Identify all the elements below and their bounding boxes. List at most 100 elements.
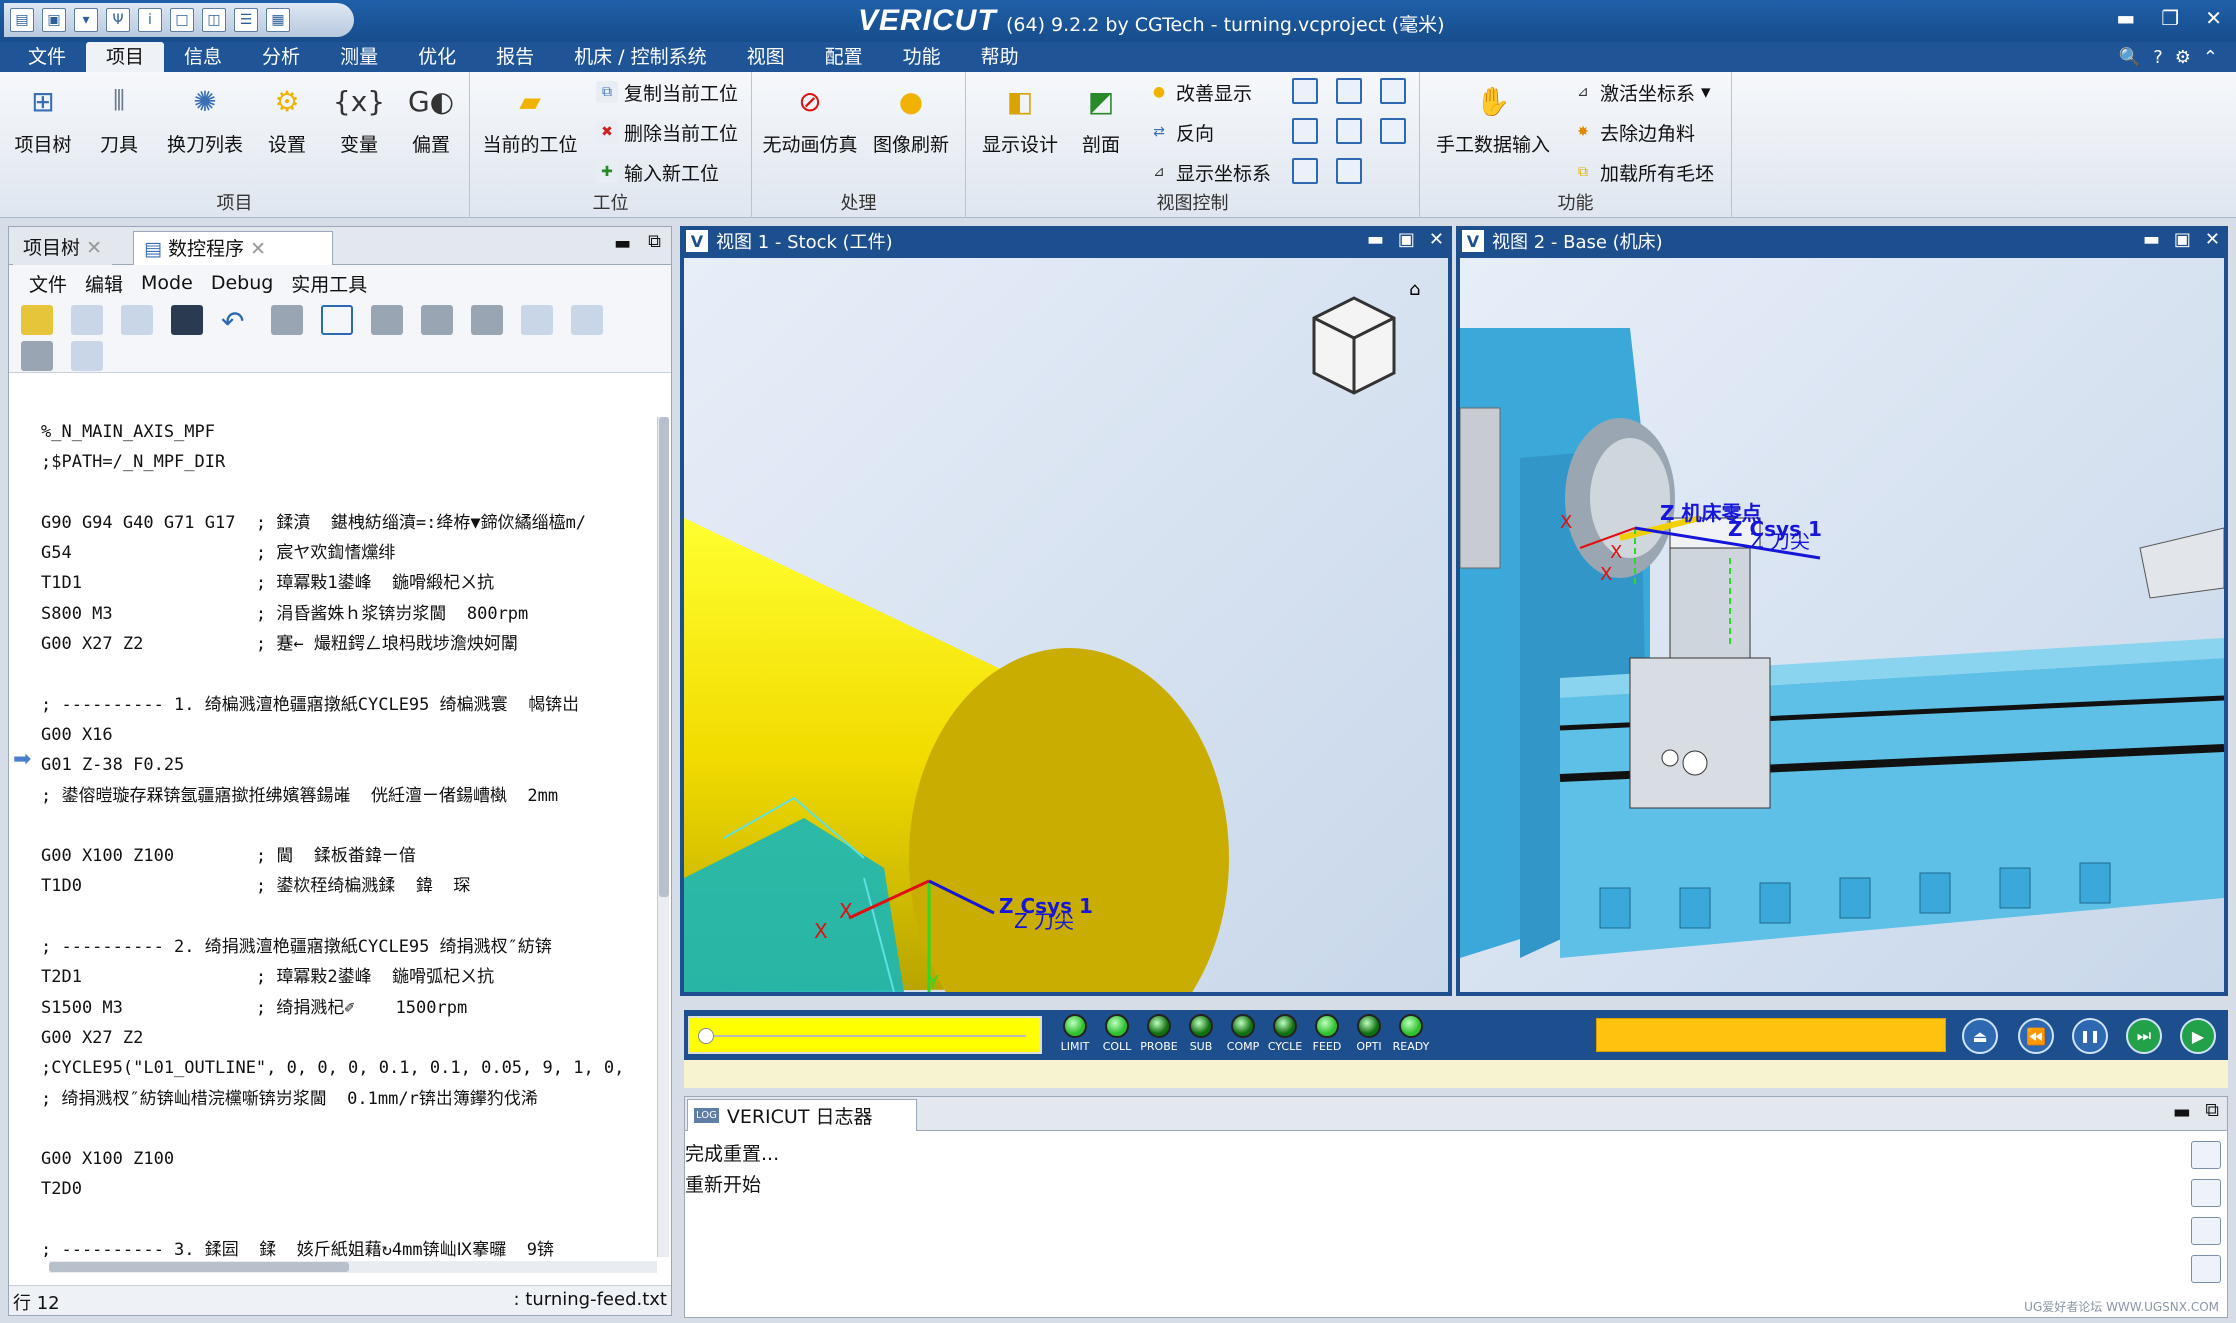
filter-icon[interactable]	[2191, 1217, 2221, 1245]
copy-setup-button[interactable]: ⧉ 复制当前工位	[596, 78, 738, 106]
settings-button[interactable]: ⚙ 设置	[252, 78, 322, 157]
info-icon[interactable]: i	[138, 8, 162, 32]
reverse-button[interactable]: ⇄ 反向	[1148, 118, 1214, 146]
layout-view-icon[interactable]: ▦	[266, 8, 290, 32]
clear-log-icon[interactable]	[2191, 1255, 2221, 1283]
gcode-icon[interactable]	[471, 305, 503, 335]
horizontal-scrollbar[interactable]	[49, 1261, 657, 1273]
code-line[interactable]	[41, 1205, 659, 1235]
save-icon[interactable]: ▣	[42, 8, 66, 32]
project-tree-button[interactable]: ⊞ 项目树	[8, 78, 78, 157]
code-line[interactable]	[41, 902, 659, 932]
code-line[interactable]	[41, 659, 659, 689]
open-folder-icon[interactable]: ▤	[10, 8, 34, 32]
clipboard-icon[interactable]	[21, 305, 53, 335]
remove-chips-button[interactable]: ✸ 去除边角料	[1572, 118, 1695, 146]
close-icon[interactable]: ✕	[2205, 229, 2220, 250]
close-icon[interactable]: ✕	[250, 238, 266, 260]
improve-display-button[interactable]: ● 改善显示	[1148, 78, 1252, 106]
code-line[interactable]	[41, 811, 659, 841]
nc-menu-file[interactable]: 文件	[29, 270, 67, 297]
close-icon[interactable]: ✕	[86, 237, 102, 259]
horizontal-split-icon[interactable]	[1292, 158, 1318, 184]
tool-change-list-button[interactable]: ✺ 换刀列表	[160, 78, 250, 157]
view-layout-icon[interactable]	[1336, 158, 1362, 184]
undock-icon[interactable]: ⧉	[2205, 1099, 2219, 1121]
mdi-button[interactable]: ✋ 手工数据输入	[1428, 78, 1558, 157]
vertical-scrollbar[interactable]	[657, 417, 669, 1257]
horizontal-view-icon[interactable]: ☰	[234, 8, 258, 32]
restore-icon[interactable]: ❐	[2161, 6, 2179, 30]
code-line[interactable]: ;CYCLE95("L01_OUTLINE", 0, 0, 0, 0.1, 0.…	[41, 1053, 659, 1083]
setup-icon[interactable]: Ψ	[106, 8, 130, 32]
four-views-icon[interactable]	[1380, 78, 1406, 104]
image-refresh-button[interactable]: ● 图像刷新	[864, 78, 958, 157]
view-1-canvas[interactable]: X X Y Z Csys 1 Z 刀尖 ⌂	[684, 258, 1448, 992]
code-line[interactable]: T2D1 ; 璋冪敤2鍙峰 鍦嗗弧杞ㄨ抗	[41, 962, 659, 992]
display-design-button[interactable]: ◧ 显示设计	[974, 78, 1066, 157]
tile-views-icon[interactable]	[1380, 118, 1406, 144]
code-line[interactable]: ; ---------- 1. 绮楄溅澶栬疆寤撴紙CYCLE95 绮楄溅寰 幆锛…	[41, 690, 659, 720]
delete-setup-button[interactable]: ✖ 删除当前工位	[596, 118, 738, 146]
view-2-canvas[interactable]: X X X Z 机床零点 Z Csys 1 Z 刀尖	[1460, 258, 2224, 992]
nc-menu-mode[interactable]: Mode	[141, 272, 193, 294]
menu-machine-control[interactable]: 机床 / 控制系统	[554, 42, 726, 72]
home-view-icon[interactable]: ⌂	[1409, 279, 1420, 300]
print-icon[interactable]	[271, 305, 303, 335]
single-view-icon[interactable]	[1292, 78, 1318, 104]
undock-icon[interactable]: ⧉	[648, 231, 661, 252]
collapse-icon[interactable]: ⌃	[2203, 47, 2218, 68]
export-icon[interactable]	[21, 341, 53, 371]
minimize-icon[interactable]: ▬	[2143, 229, 2160, 250]
tab-project-tree[interactable]: 项目树 ✕	[13, 231, 112, 265]
slider-knob[interactable]	[698, 1028, 714, 1044]
menu-view[interactable]: 视图	[727, 42, 805, 72]
shield-icon[interactable]	[2191, 1179, 2221, 1207]
dropdown-icon[interactable]: ▾	[74, 8, 98, 32]
minimize-icon[interactable]: ▬	[614, 233, 631, 254]
menu-project[interactable]: 项目	[86, 42, 165, 72]
menu-measure[interactable]: 测量	[320, 42, 398, 72]
code-line[interactable]	[41, 478, 659, 508]
play-icon[interactable]: ▶	[2180, 1018, 2216, 1054]
close-icon[interactable]: ✕	[1429, 229, 1444, 250]
code-line[interactable]: T2D0	[41, 1174, 659, 1204]
search-icon[interactable]: 🔍	[2119, 47, 2141, 68]
zoom-window-icon[interactable]	[1336, 78, 1362, 104]
variables-button[interactable]: {x} 变量	[324, 78, 394, 157]
menu-function[interactable]: 功能	[883, 42, 961, 72]
code-line[interactable]	[41, 1114, 659, 1144]
code-line[interactable]: G00 X100 Z100 ; 閫 鍒板畨鍏ㄧ偣	[41, 841, 659, 871]
menu-config[interactable]: 配置	[805, 42, 883, 72]
view-cube[interactable]	[1312, 296, 1396, 395]
load-all-stock-button[interactable]: ⧉ 加载所有毛坯	[1572, 158, 1714, 186]
show-csys-button[interactable]: ⊿ 显示坐标系	[1148, 158, 1271, 186]
split-icon[interactable]	[321, 305, 353, 335]
code-line[interactable]: T1D0 ; 鍙栨秷绮楄溅鍒 鍏 琛	[41, 871, 659, 901]
nc-menu-edit[interactable]: 编辑	[85, 270, 123, 297]
tab-nc-program[interactable]: ▤ 数控程序 ✕	[133, 231, 333, 265]
tab-vericut-log[interactable]: LOG VERICUT 日志器	[687, 1099, 917, 1131]
close-icon[interactable]: ✕	[2205, 6, 2222, 30]
nc-forward-icon[interactable]	[571, 305, 603, 335]
settings-icon[interactable]: ⚙	[2175, 47, 2191, 68]
no-animation-button[interactable]: ⊘ 无动画仿真	[760, 78, 860, 157]
split-view-icon[interactable]: ◫	[202, 8, 226, 32]
minimize-icon[interactable]: ▬	[1367, 229, 1384, 250]
vertical-split-icon[interactable]	[1292, 118, 1318, 144]
log-file-icon[interactable]	[2191, 1141, 2221, 1169]
code-line[interactable]: G90 G94 G40 G71 G17 ; 鍒濆 鍖栧紡缁濆=:绛栫▼鍗佽繘缁橀…	[41, 508, 659, 538]
step-forward-icon[interactable]: ⏭	[2126, 1018, 2162, 1054]
single-view-icon[interactable]: □	[170, 8, 194, 32]
code-line[interactable]: G01 Z-38 F0.25	[41, 750, 659, 780]
code-line[interactable]: ; 鍙傛暟璇存槑锛氬疆寤撳拰绋嬪簭鍚嶉 侊紝澶ㄧ偖鍚嶆槸 2mm	[41, 781, 659, 811]
code-line[interactable]: ;$PATH=/_N_MPF_DIR	[41, 447, 659, 477]
alert-icon[interactable]	[421, 305, 453, 335]
code-line[interactable]: G00 X27 Z2 ; 蹇← 熶粈鍔ㄥ埌杩戝埗澹炴妸闈	[41, 629, 659, 659]
new-setup-button[interactable]: ✚ 输入新工位	[596, 158, 719, 186]
menu-file[interactable]: 文件	[8, 42, 86, 72]
nc-menu-debug[interactable]: Debug	[211, 272, 273, 294]
code-line[interactable]: S800 M3 ; 涓昏酱姝ｈ浆锛岃浆閫 800rpm	[41, 599, 659, 629]
nc-back-icon[interactable]	[521, 305, 553, 335]
fit-icon[interactable]	[1336, 118, 1362, 144]
